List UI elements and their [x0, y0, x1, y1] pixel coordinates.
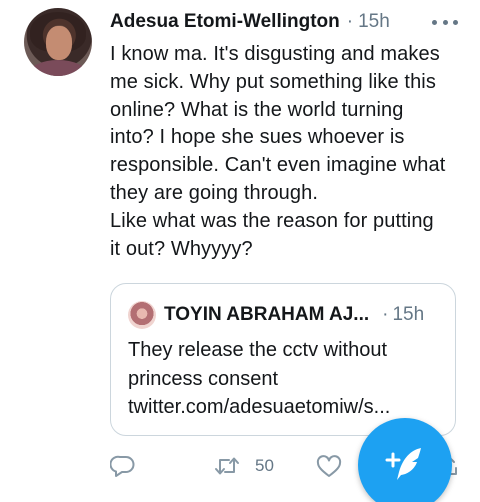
more-horizontal-icon[interactable] [430, 10, 460, 34]
compose-tweet-button[interactable] [358, 418, 452, 502]
heart-icon[interactable] [316, 455, 342, 479]
reply-icon[interactable] [109, 454, 136, 478]
quoted-header-separator: · [382, 304, 389, 325]
tweet-text-line: I know ma. It's disgusting and makes [110, 43, 440, 65]
quoted-author-avatar [128, 301, 156, 329]
compose-tweet-icon [385, 448, 421, 480]
header-separator: · [346, 11, 354, 32]
quoted-text-line: They release the cctv without [128, 339, 388, 361]
tweet-text-line: me sick. Why put something like this [110, 70, 436, 93]
retweet-count: 50 [255, 456, 274, 475]
tweet-header: Adesua Etomi-Wellington · 15h [110, 9, 390, 35]
quoted-author-name: TOYIN ABRAHAM AJ... [164, 304, 370, 325]
retweet-icon[interactable] [214, 454, 240, 478]
tweet-text-line: responsible. Can't even imagine what [110, 154, 446, 177]
tweet-timestamp[interactable]: 15h [358, 11, 390, 33]
quoted-tweet-card[interactable]: TOYIN ABRAHAM AJ... · 15h They release t… [110, 283, 456, 436]
tweet-text-line: it out? Whyyyy? [110, 237, 253, 260]
author-name[interactable]: Adesua Etomi-Wellington [110, 11, 340, 33]
tweet-text: I know ma. It's disgusting and makes me … [110, 41, 470, 263]
quoted-tweet-timestamp: 15h [392, 304, 425, 325]
tweet-text-line: Like what was the reason for putting [110, 209, 434, 232]
tweet-text-line: into? I hope she sues whoever is [110, 126, 405, 149]
quoted-tweet-text: They release the cctv without princess c… [128, 336, 448, 422]
tweet-text-line: online? What is the world turning [110, 98, 404, 121]
author-avatar[interactable] [24, 8, 92, 76]
tweet[interactable]: Adesua Etomi-Wellington · 15h I know ma.… [0, 0, 480, 502]
quoted-text-line: princess consent [128, 367, 279, 390]
tweet-text-line: they are going through. [110, 181, 319, 204]
quoted-tweet-header: TOYIN ABRAHAM AJ... · 15h [164, 303, 424, 327]
